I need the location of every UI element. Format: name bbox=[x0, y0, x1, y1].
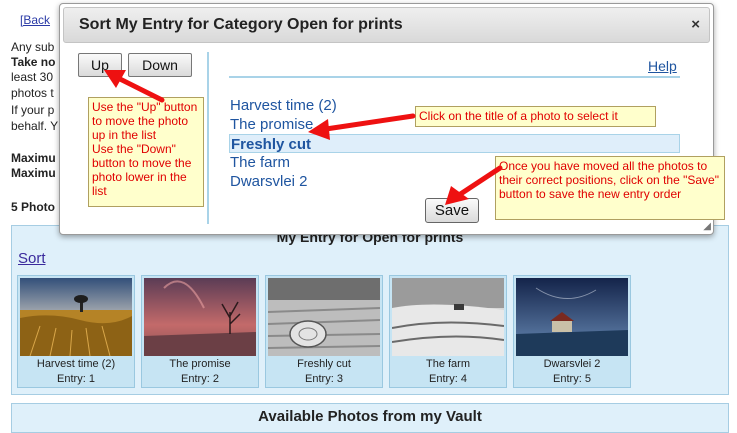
resize-grip-icon[interactable]: ◢ bbox=[703, 221, 711, 232]
dialog-title: Sort My Entry for Category Open for prin… bbox=[79, 16, 403, 33]
the-promise-photo bbox=[144, 278, 256, 356]
entry-photo-card[interactable]: The farm Entry: 4 bbox=[389, 275, 507, 388]
harvest-time-photo bbox=[20, 278, 132, 356]
entry-thumbnails: Harvest time (2) Entry: 1 The promise En… bbox=[17, 275, 631, 388]
entry-photo-number: Entry: 3 bbox=[305, 373, 343, 385]
intro-text: behalf. Y bbox=[11, 119, 59, 133]
entry-photo-title: The farm bbox=[425, 358, 470, 370]
divider bbox=[207, 52, 209, 224]
entry-photo-title: Dwarsvlei 2 bbox=[543, 358, 601, 370]
intro-text: Any sub bbox=[11, 40, 55, 54]
photos-count: 5 Photo bbox=[11, 200, 55, 214]
entry-photo-card[interactable]: The promise Entry: 2 bbox=[141, 275, 259, 388]
entry-photo-number: Entry: 4 bbox=[429, 373, 467, 385]
sort-link[interactable]: Sort bbox=[18, 250, 46, 267]
dwarsvlei-photo bbox=[516, 278, 628, 356]
back-link[interactable]: [Back bbox=[20, 13, 50, 27]
entry-photo-number: Entry: 2 bbox=[181, 373, 219, 385]
entry-photo-card[interactable]: Dwarsvlei 2 Entry: 5 bbox=[513, 275, 631, 388]
help-link[interactable]: Help bbox=[648, 58, 677, 74]
photo-list-item-selected[interactable]: Freshly cut bbox=[229, 134, 680, 153]
entry-photo-number: Entry: 1 bbox=[57, 373, 95, 385]
my-entry-panel: My Entry for Open for prints Sort Harves… bbox=[11, 225, 729, 395]
down-button[interactable]: Down bbox=[128, 53, 192, 77]
entry-photo-number: Entry: 5 bbox=[553, 373, 591, 385]
save-button[interactable]: Save bbox=[425, 198, 479, 223]
save-callout: Once you have moved all the photos to th… bbox=[495, 156, 725, 220]
entry-photo-card[interactable]: Harvest time (2) Entry: 1 bbox=[17, 275, 135, 388]
maximum-label: Maximu bbox=[11, 151, 56, 165]
updown-callout: Use the "Up" button to move the photo up… bbox=[88, 97, 204, 207]
maximum-label: Maximu bbox=[11, 166, 56, 180]
divider bbox=[229, 76, 680, 78]
intro-text: If your p bbox=[11, 103, 55, 117]
close-icon[interactable]: × bbox=[691, 16, 700, 33]
intro-text: Take no bbox=[11, 55, 56, 69]
entry-photo-title: The promise bbox=[169, 358, 231, 370]
entry-photo-card[interactable]: Freshly cut Entry: 3 bbox=[265, 275, 383, 388]
vault-panel-header: Available Photos from my Vault bbox=[11, 403, 729, 433]
select-title-callout: Click on the title of a photo to select … bbox=[415, 106, 656, 127]
entry-photo-title: Harvest time (2) bbox=[36, 358, 116, 370]
up-button[interactable]: Up bbox=[78, 53, 122, 77]
intro-text: photos t bbox=[11, 86, 54, 100]
dialog-titlebar[interactable]: Sort My Entry for Category Open for prin… bbox=[63, 7, 710, 43]
freshly-cut-photo bbox=[268, 278, 380, 356]
the-farm-photo bbox=[392, 278, 504, 356]
entry-photo-title: Freshly cut bbox=[297, 358, 351, 370]
intro-text: least 30 bbox=[11, 70, 54, 84]
